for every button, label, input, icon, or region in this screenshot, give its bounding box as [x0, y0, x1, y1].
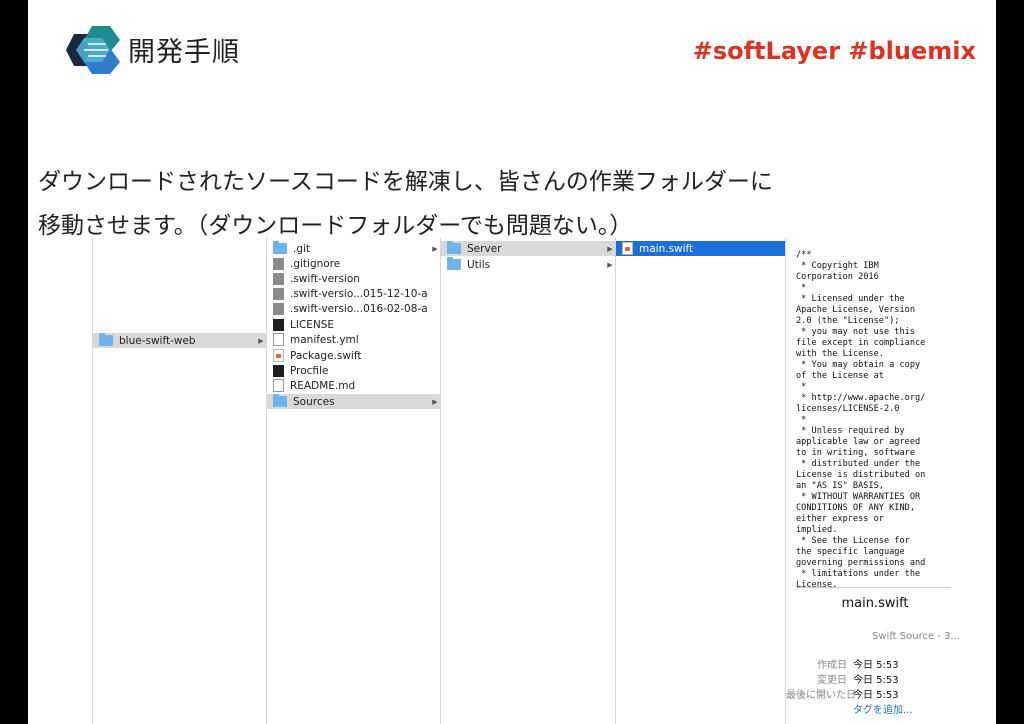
list-item-license[interactable]: LICENSE — [267, 317, 440, 332]
list-item-swift-version-2016[interactable]: .swift-versio...016-02-08-a — [267, 301, 440, 316]
meta-modified: 変更日 今日 5:53 — [817, 675, 899, 686]
list-item-utils[interactable]: Utils ▶ — [441, 257, 615, 272]
finder-column-4[interactable]: main.swift — [616, 238, 786, 724]
chevron-right-icon: ▶ — [432, 244, 438, 253]
document-icon — [273, 257, 284, 270]
add-tags-link[interactable]: タグを追加... — [853, 703, 913, 718]
list-item-readme[interactable]: README.md — [267, 378, 440, 393]
slide-title: 開発手順 — [128, 37, 240, 68]
chevron-right-icon: ▶ — [607, 244, 613, 253]
preview-filename: main.swift — [841, 596, 909, 611]
folder-icon — [447, 241, 461, 254]
preview-kind: Swift Source - 3... — [872, 631, 960, 642]
list-item-manifest[interactable]: manifest.yml — [267, 332, 440, 347]
slide: 開発手順 #softLayer #bluemix ダウンロードされたソースコード… — [28, 0, 996, 724]
list-item-procfile[interactable]: Procfile — [267, 363, 440, 378]
folder-icon — [447, 257, 461, 270]
chevron-right-icon: ▶ — [607, 260, 613, 269]
list-item-git[interactable]: .git ▶ — [267, 241, 440, 256]
swift-file-icon — [622, 242, 633, 255]
folder-icon — [273, 241, 287, 254]
list-item-package-swift[interactable]: Package.swift — [267, 348, 440, 363]
chevron-right-icon: ▶ — [258, 336, 264, 345]
list-item-sources[interactable]: Sources ▶ — [267, 394, 440, 409]
list-item-swift-version-2015[interactable]: .swift-versio...015-12-10-a — [267, 286, 440, 301]
list-item-gitignore[interactable]: .gitignore — [267, 256, 440, 271]
finder-column-view: blue-swift-web ▶ .git ▶ .gitignore .swif… — [92, 238, 964, 724]
text-document-icon — [273, 333, 284, 346]
swift-file-icon — [273, 349, 284, 362]
hashtags: #softLayer #bluemix — [692, 37, 976, 65]
preview-metadata: 作成日 今日 5:53 変更日 今日 5:53 最後に開いた日 今日 5:53 … — [786, 658, 964, 718]
body-line-1: ダウンロードされたソースコードを解凍し、皆さんの作業フォルダーに — [38, 169, 773, 195]
body-text: ダウンロードされたソースコードを解凍し、皆さんの作業フォルダーに 移動させます。… — [38, 160, 988, 248]
meta-tags: タグを追加... — [786, 703, 964, 718]
bluemix-logo-icon — [66, 26, 120, 74]
chevron-right-icon: ▶ — [432, 397, 438, 406]
document-icon — [273, 272, 284, 285]
list-item-main-swift[interactable]: main.swift — [616, 241, 785, 256]
finder-column-3[interactable]: Server ▶ Utils ▶ — [441, 238, 616, 724]
folder-icon — [99, 333, 113, 346]
list-item-swift-version[interactable]: .swift-version — [267, 271, 440, 286]
terminal-document-icon — [273, 364, 284, 377]
finder-column-2[interactable]: .git ▶ .gitignore .swift-version .swift-… — [267, 238, 441, 724]
text-document-icon — [273, 379, 284, 392]
finder-column-1[interactable]: blue-swift-web ▶ — [92, 238, 267, 724]
preview-pane: /** * Copyright IBM Corporation 2016 * *… — [786, 238, 964, 724]
list-item-blue-swift-web[interactable]: blue-swift-web ▶ — [93, 333, 266, 348]
meta-last-opened: 最後に開いた日 今日 5:53 — [786, 690, 899, 701]
meta-created: 作成日 今日 5:53 — [817, 660, 899, 671]
code-preview: /** * Copyright IBM Corporation 2016 * *… — [796, 250, 951, 588]
terminal-document-icon — [273, 318, 284, 331]
document-icon — [273, 287, 284, 300]
list-item-server[interactable]: Server ▶ — [441, 241, 615, 256]
folder-icon — [273, 394, 287, 407]
document-icon — [273, 302, 284, 315]
